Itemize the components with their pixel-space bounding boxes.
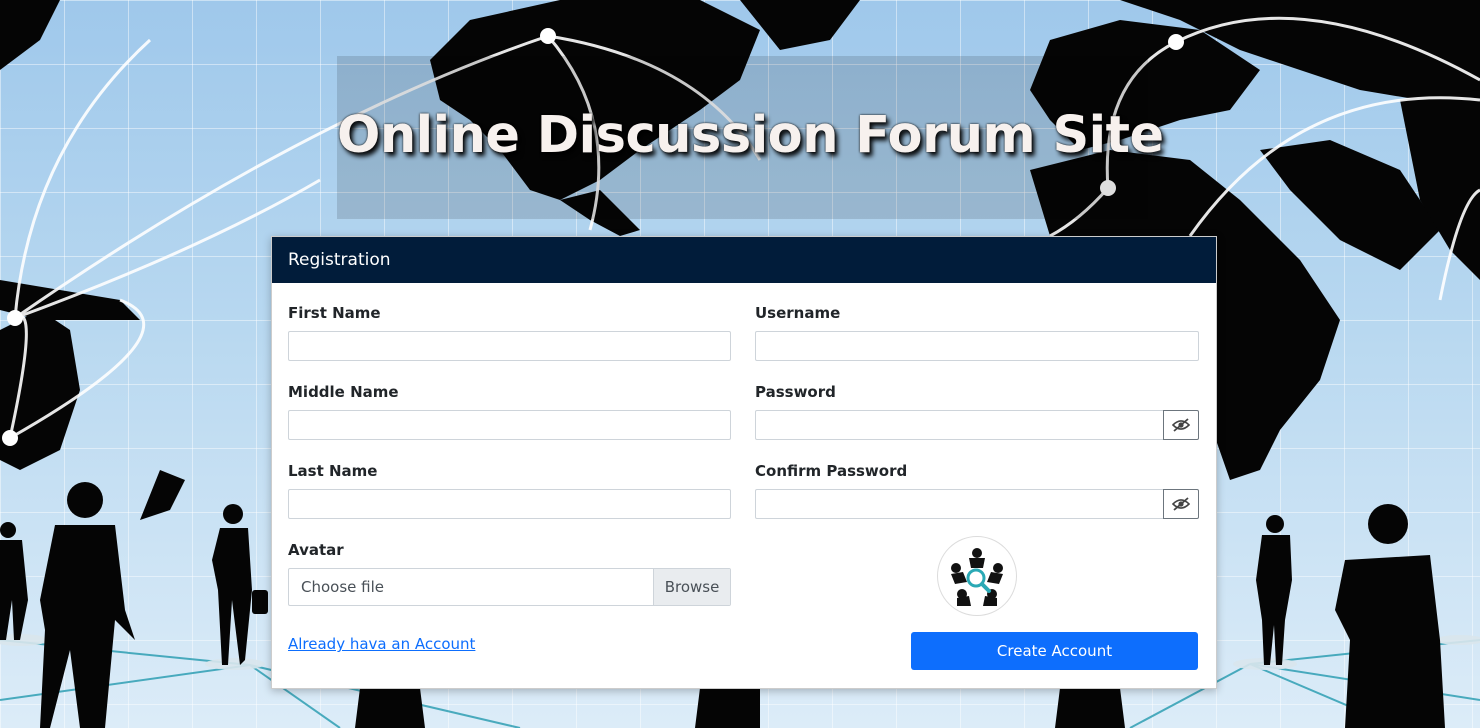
registration-heading: Registration — [288, 250, 391, 270]
create-account-button[interactable]: Create Account — [911, 632, 1198, 670]
browse-button[interactable]: Browse — [653, 569, 730, 605]
last-name-input[interactable] — [288, 489, 731, 519]
password-toggle-button[interactable] — [1163, 410, 1199, 440]
avatar-preview — [937, 536, 1017, 616]
first-name-label: First Name — [288, 304, 381, 322]
forum-logo-icon — [951, 548, 1003, 606]
eye-slash-icon — [1172, 497, 1190, 511]
registration-header: Registration — [272, 237, 1216, 283]
password-label: Password — [755, 383, 836, 401]
site-title: Online Discussion Forum Site — [337, 106, 1164, 165]
password-input[interactable] — [755, 410, 1164, 440]
username-input[interactable] — [755, 331, 1199, 361]
middle-name-label: Middle Name — [288, 383, 399, 401]
registration-card: Registration First Name Middle Name Last… — [271, 236, 1217, 689]
signin-link[interactable]: Already hava an Account — [288, 635, 475, 653]
file-placeholder: Choose file — [301, 578, 384, 596]
avatar-file-input[interactable]: Choose file Browse — [288, 568, 731, 606]
first-name-input[interactable] — [288, 331, 731, 361]
last-name-label: Last Name — [288, 462, 378, 480]
page-root: Online Discussion Forum Site Registratio… — [0, 0, 1480, 728]
middle-name-input[interactable] — [288, 410, 731, 440]
registration-body: First Name Middle Name Last Name Avatar … — [272, 283, 1216, 687]
eye-slash-icon — [1172, 418, 1190, 432]
confirm-password-input[interactable] — [755, 489, 1164, 519]
username-label: Username — [755, 304, 841, 322]
confirm-password-label: Confirm Password — [755, 462, 908, 480]
confirm-password-toggle-button[interactable] — [1163, 489, 1199, 519]
avatar-label: Avatar — [288, 541, 344, 559]
